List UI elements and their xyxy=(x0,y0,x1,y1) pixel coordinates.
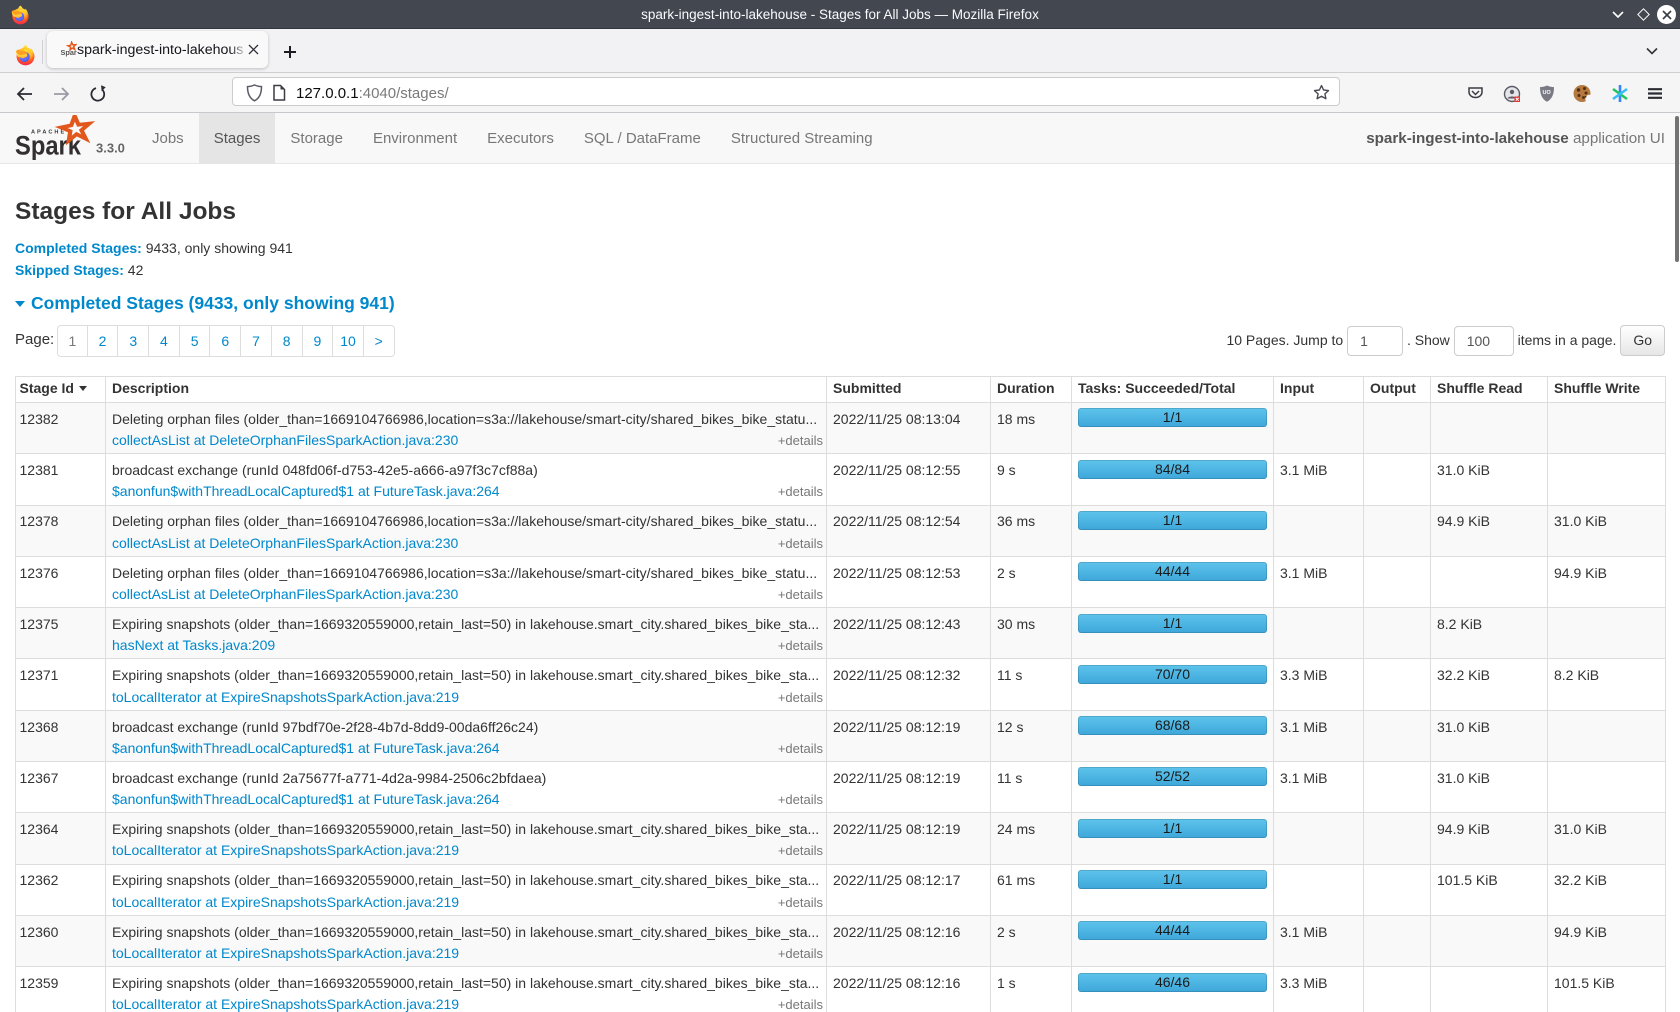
svg-text:UO: UO xyxy=(1543,90,1552,96)
svg-text:3.3.0: 3.3.0 xyxy=(96,141,125,156)
svg-text:Spark: Spark xyxy=(61,48,78,57)
